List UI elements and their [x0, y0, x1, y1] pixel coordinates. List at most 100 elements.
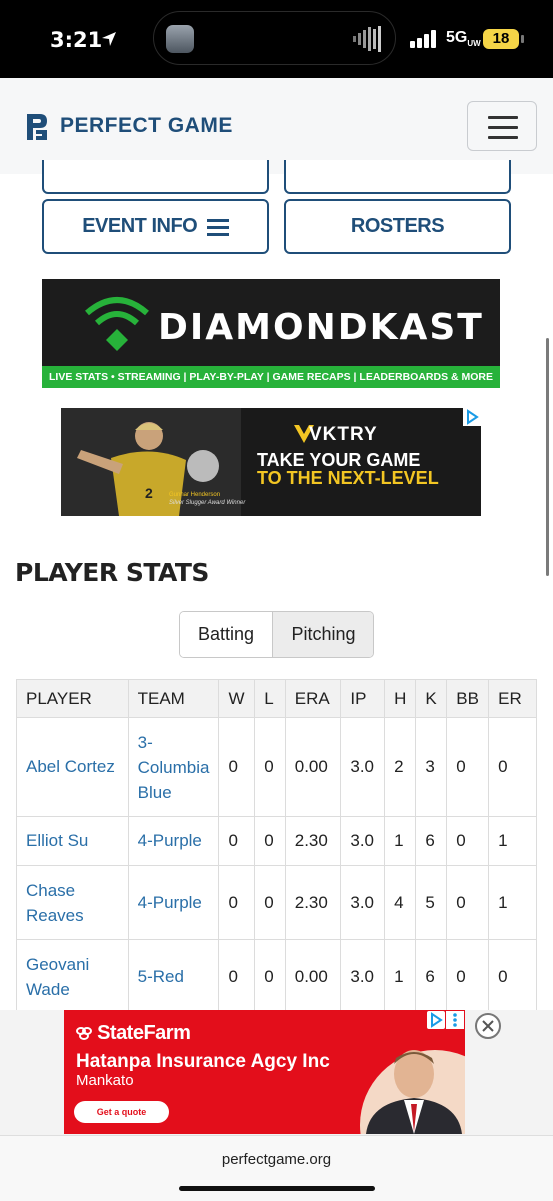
network-type: 5GUW [446, 29, 481, 49]
vktry-caption-name: Gunnar Henderson [169, 492, 221, 498]
vktry-caption-award: Silver Slugger Award Winner [169, 500, 246, 506]
close-ad-icon[interactable] [475, 1013, 501, 1039]
player-link[interactable]: Abel Cortez [16, 717, 129, 817]
stat-cell: 1 [488, 865, 537, 940]
stat-cell: 0 [446, 865, 490, 940]
stat-cell: 0.00 [284, 717, 342, 817]
location-arrow-icon [102, 32, 116, 46]
stat-cell: 2 [384, 717, 417, 817]
statefarm-ad[interactable]: StateFarm Hatanpa Insurance Agcy Inc Man… [64, 1010, 465, 1134]
wifi-diamond-icon [85, 297, 149, 351]
now-playing-app-icon [166, 25, 194, 53]
stat-cell: 0 [254, 717, 286, 817]
column-header[interactable]: W [218, 679, 256, 718]
statefarm-logo-text: StateFarm [97, 1022, 191, 1044]
statefarm-logo: StateFarm [76, 1022, 191, 1045]
ad-choices-icon[interactable] [427, 1011, 445, 1029]
browser-url-bar[interactable]: perfectgame.org [0, 1135, 553, 1201]
stats-table-container[interactable]: PLAYER TEAM W L ERA IP H K BB ER Abel Co… [16, 679, 537, 1039]
statefarm-ovals-icon [76, 1027, 92, 1040]
stat-cell: 0 [218, 865, 256, 940]
stat-cell: 3.0 [340, 939, 386, 1014]
stat-cell: 2.30 [284, 865, 342, 940]
rosters-button[interactable]: ROSTERS [284, 199, 511, 254]
stat-cell: 1 [488, 816, 537, 866]
stat-cell: 0 [254, 865, 286, 940]
list-menu-icon [206, 218, 229, 236]
column-header[interactable]: ER [488, 679, 537, 718]
event-info-label: EVENT INFO [82, 215, 198, 238]
table-row: Chase Reaves 4-Purple 0 0 2.30 3.0 4 5 0… [16, 865, 537, 940]
page-title: PLAYER STATS [15, 558, 209, 587]
stat-cell: 1 [384, 816, 417, 866]
page-scrollbar[interactable] [546, 338, 549, 576]
svg-text:2: 2 [145, 485, 153, 501]
stat-cell: 1 [384, 939, 417, 1014]
team-link[interactable]: 5-Red [127, 939, 220, 1014]
stat-cell: 0 [446, 816, 490, 866]
stat-cell: 5 [415, 865, 448, 940]
column-header[interactable]: K [415, 679, 448, 718]
pitching-tab[interactable]: Pitching [273, 612, 373, 657]
url-text[interactable]: perfectgame.org [0, 1151, 553, 1168]
stat-cell: 6 [415, 939, 448, 1014]
player-link[interactable]: Elliot Su [16, 816, 129, 866]
stat-cell: 0 [218, 816, 256, 866]
status-time: 3:21 [50, 28, 103, 52]
stat-cell: 3.0 [340, 865, 386, 940]
table-row: Abel Cortez 3-Columbia Blue 0 0 0.00 3.0… [16, 717, 537, 817]
player-link[interactable]: Chase Reaves [16, 865, 129, 940]
stat-cell: 0 [254, 939, 286, 1014]
diamondkast-tagline: LIVE STATS • STREAMING | PLAY-BY-PLAY | … [42, 366, 500, 388]
column-header[interactable]: BB [446, 679, 490, 718]
table-row: Geovani Wade 5-Red 0 0 0.00 3.0 1 6 0 0 [16, 939, 537, 1014]
stat-cell: 0 [446, 939, 490, 1014]
stat-cell: 3.0 [340, 717, 386, 817]
dynamic-island[interactable] [153, 11, 396, 65]
get-a-quote-button[interactable]: Get a quote [74, 1101, 169, 1123]
player-link[interactable]: Geovani Wade [16, 939, 129, 1014]
stats-type-toggle[interactable]: Batting Pitching [179, 611, 374, 658]
stat-cell: 3.0 [340, 816, 386, 866]
team-link[interactable]: 4-Purple [127, 865, 220, 940]
batting-tab[interactable]: Batting [180, 612, 273, 657]
agent-photo [366, 1050, 462, 1134]
diamondkast-brand: DIAMONDKAST [158, 307, 484, 348]
header-overlay [0, 78, 553, 174]
audio-wave-icon [353, 26, 381, 52]
event-info-button[interactable]: EVENT INFO [42, 199, 269, 254]
stat-cell: 0 [488, 939, 537, 1014]
cell-signal-icon [410, 30, 436, 48]
vktry-ad-banner[interactable]: 2 VKTRY TAKE YOUR GAME TO THE NEXT-LEVEL… [61, 408, 481, 516]
team-link[interactable]: 3-Columbia Blue [127, 717, 220, 817]
vktry-brand: VKTRY [309, 424, 378, 445]
home-indicator[interactable] [179, 1186, 375, 1191]
column-header[interactable]: IP [340, 679, 386, 718]
ad-options-icon[interactable] [446, 1011, 464, 1029]
column-header[interactable]: ERA [284, 679, 342, 718]
battery-tip [521, 35, 524, 43]
status-bar: 3:21 5GUW 18 [0, 0, 553, 78]
column-header[interactable]: L [254, 679, 286, 718]
rosters-label: ROSTERS [350, 215, 445, 238]
table-header-row: PLAYER TEAM W L ERA IP H K BB ER [16, 679, 537, 718]
diamondkast-ad-banner[interactable]: DIAMONDKAST LIVE STATS • STREAMING | PLA… [42, 279, 500, 388]
battery-indicator: 18 [483, 29, 519, 49]
column-header[interactable]: PLAYER [16, 679, 129, 718]
stat-cell: 0.00 [284, 939, 342, 1014]
table-row: Elliot Su 4-Purple 0 0 2.30 3.0 1 6 0 1 [16, 816, 537, 866]
stat-cell: 0 [446, 717, 490, 817]
agency-name: Hatanpa Insurance Agcy Inc [76, 1051, 330, 1072]
column-header[interactable]: H [384, 679, 417, 718]
pitching-stats-table: PLAYER TEAM W L ERA IP H K BB ER Abel Co… [16, 679, 537, 1014]
stat-cell: 4 [384, 865, 417, 940]
agency-city: Mankato [76, 1072, 134, 1089]
stat-cell: 0 [218, 939, 256, 1014]
stat-cell: 0 [488, 717, 537, 817]
team-link[interactable]: 4-Purple [127, 816, 220, 866]
vktry-headline-2: TO THE NEXT-LEVEL [257, 468, 439, 488]
stat-cell: 2.30 [284, 816, 342, 866]
column-header[interactable]: TEAM [127, 679, 220, 718]
adchoices-icon[interactable] [463, 408, 481, 426]
stat-cell: 3 [415, 717, 448, 817]
